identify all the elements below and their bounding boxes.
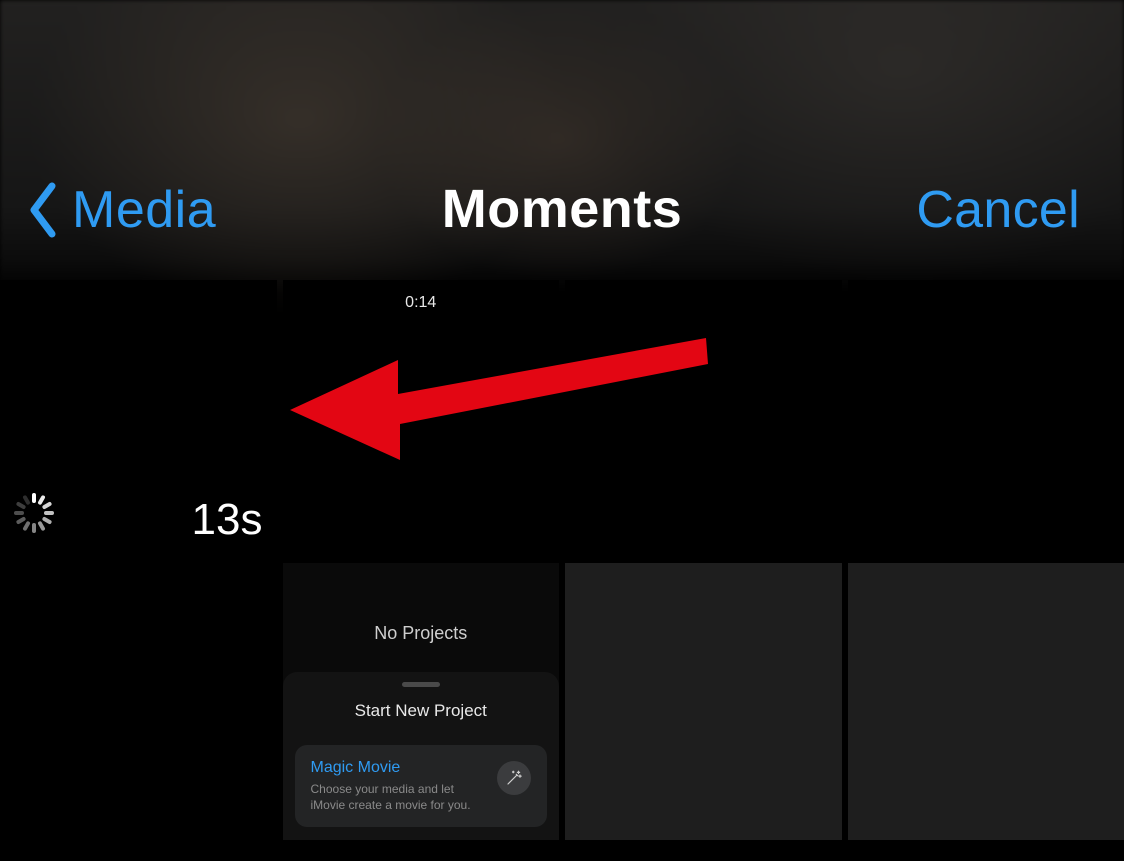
grid-empty-slot [848, 563, 1124, 840]
app-root: Media Moments Cancel [0, 0, 1124, 861]
chevron-left-icon [24, 180, 62, 240]
media-item-empty[interactable] [848, 280, 1124, 557]
media-item-screenshot-timer[interactable]: 0:14 [283, 280, 560, 557]
header-bar: Media Moments Cancel [0, 0, 1124, 280]
magic-wand-icon [497, 761, 531, 795]
video-duration-label: 13s [192, 495, 263, 545]
magic-movie-card: Magic Movie Choose your media and let iM… [295, 745, 548, 827]
sheet-grabber-icon [402, 682, 440, 687]
media-grid[interactable]: 13s 0:14 No Projects Start New Project M… [0, 280, 1124, 861]
start-project-sheet: Start New Project Magic Movie Choose you… [283, 672, 560, 840]
loading-spinner-icon [12, 491, 56, 535]
back-button-label: Media [72, 180, 216, 240]
card-desc-label: Choose your media and let iMovie create … [311, 781, 488, 813]
video-time-label: 0:14 [405, 294, 436, 312]
media-item-video-loading[interactable]: 13s [0, 280, 277, 557]
back-button[interactable]: Media [24, 180, 216, 240]
media-item-empty[interactable] [565, 280, 842, 557]
cancel-button[interactable]: Cancel [916, 180, 1080, 240]
sheet-title-label: Start New Project [295, 701, 548, 721]
page-title: Moments [442, 178, 683, 240]
media-item-empty[interactable] [0, 563, 277, 840]
media-item-imovie-start[interactable]: No Projects Start New Project Magic Movi… [283, 563, 560, 840]
grid-empty-slot [565, 563, 842, 840]
imovie-start-screenshot: No Projects Start New Project Magic Movi… [283, 563, 560, 840]
screenshot-timer-content: 0:14 [283, 280, 560, 557]
no-projects-label: No Projects [283, 623, 560, 644]
card-title-label: Magic Movie [311, 759, 488, 777]
